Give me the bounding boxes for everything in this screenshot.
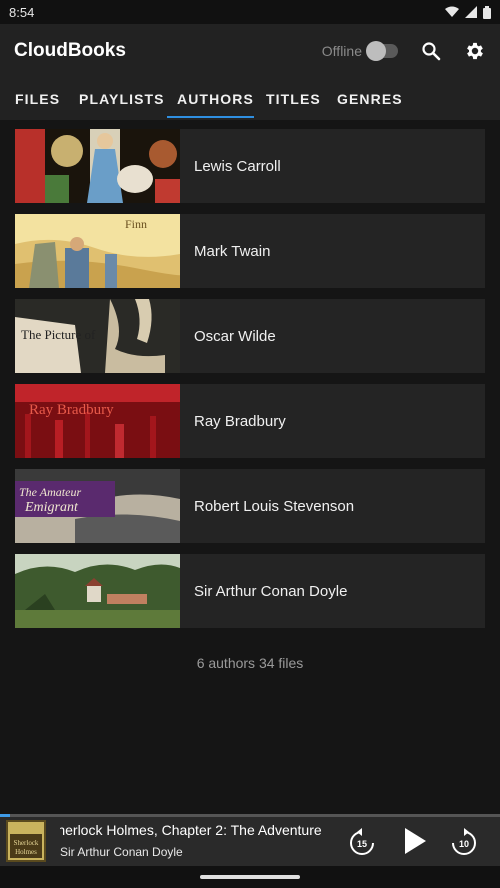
player-cover: Sherlock Holmes <box>6 820 46 862</box>
wifi-icon <box>445 6 459 17</box>
author-name: Sir Arthur Conan Doyle <box>194 582 348 600</box>
offline-toggle[interactable] <box>366 41 398 61</box>
status-icons <box>445 5 491 19</box>
status-time: 8:54 <box>9 4 35 20</box>
author-name: Oscar Wilde <box>194 327 276 345</box>
player-author: Sir Arthur Conan Doyle <box>60 845 183 859</box>
cover-image <box>15 554 180 628</box>
cover-image <box>15 129 180 203</box>
author-row-lewis-carroll[interactable]: Lewis Carroll <box>15 129 485 203</box>
author-row-robert-louis-stevenson[interactable]: The Amateur Emigrant Robert Louis Steven… <box>15 469 485 543</box>
tab-titles[interactable]: TITLES <box>266 78 321 120</box>
toggle-knob <box>366 41 386 61</box>
app-bar: CloudBooks Offline <box>0 24 500 78</box>
play-button[interactable] <box>398 823 432 859</box>
gear-icon <box>467 42 483 60</box>
author-name: Lewis Carroll <box>194 157 281 175</box>
search-icon <box>422 42 441 61</box>
tab-authors[interactable]: AUTHORS <box>177 78 254 120</box>
home-gesture-handle[interactable] <box>200 875 300 879</box>
player-progress-fill <box>0 814 10 817</box>
player-progress-bar[interactable] <box>0 814 500 817</box>
cover-image: Finn <box>15 214 180 288</box>
cover-text: Ray Bradbury <box>29 402 114 418</box>
tab-playlists[interactable]: PLAYLISTS <box>79 78 165 120</box>
search-button[interactable] <box>420 40 442 62</box>
tab-genres[interactable]: GENRES <box>337 78 403 120</box>
author-name: Ray Bradbury <box>194 412 286 430</box>
author-row-oscar-wilde[interactable]: The Picture of Oscar Wilde <box>15 299 485 373</box>
mini-player[interactable]: Sherlock Holmes Sherlock Holmes, Chapter… <box>0 814 500 866</box>
tab-files[interactable]: FILES <box>15 78 60 120</box>
rewind-15-icon: 15 <box>350 828 374 855</box>
cover-text: Emigrant <box>24 500 79 515</box>
play-icon <box>405 828 426 854</box>
player-cover-text: Holmes <box>15 848 37 856</box>
cover-text: The Picture of <box>21 327 96 342</box>
list-summary: 6 authors 34 files <box>196 655 304 671</box>
cover-text: The Amateur <box>19 485 81 499</box>
rewind-seconds: 15 <box>357 839 367 849</box>
status-bar: 8:54 <box>0 0 500 24</box>
forward-button[interactable]: 10 <box>447 825 481 859</box>
cover-text: Finn <box>125 217 147 231</box>
tab-bar: FILES PLAYLISTS AUTHORS TITLES GENRES <box>0 78 500 120</box>
offline-toggle-group[interactable]: Offline <box>321 41 398 61</box>
signal-icon <box>465 6 477 18</box>
tab-indicator <box>167 116 254 118</box>
author-name: Robert Louis Stevenson <box>194 497 355 515</box>
cover-image: The Picture of <box>15 299 180 373</box>
battery-icon <box>483 5 491 19</box>
author-row-ray-bradbury[interactable]: Ray Bradbury Ray Bradbury <box>15 384 485 458</box>
rewind-button[interactable]: 15 <box>345 825 379 859</box>
app-title: CloudBooks <box>14 40 126 61</box>
cover-image: The Amateur Emigrant <box>15 469 180 543</box>
player-cover-text: Sherlock <box>14 839 39 847</box>
author-row-mark-twain[interactable]: Finn Mark Twain <box>15 214 485 288</box>
forward-10-icon: 10 <box>452 828 476 855</box>
forward-seconds: 10 <box>459 839 469 849</box>
system-nav-bar <box>0 866 500 888</box>
settings-button[interactable] <box>464 40 486 62</box>
cover-image: Ray Bradbury <box>15 384 180 458</box>
author-row-sir-arthur-conan-doyle[interactable]: Sir Arthur Conan Doyle <box>15 554 485 628</box>
offline-label: Offline <box>321 43 362 59</box>
player-title: Sherlock Holmes, Chapter 2: The Adventur… <box>60 822 322 838</box>
author-name: Mark Twain <box>194 242 271 260</box>
